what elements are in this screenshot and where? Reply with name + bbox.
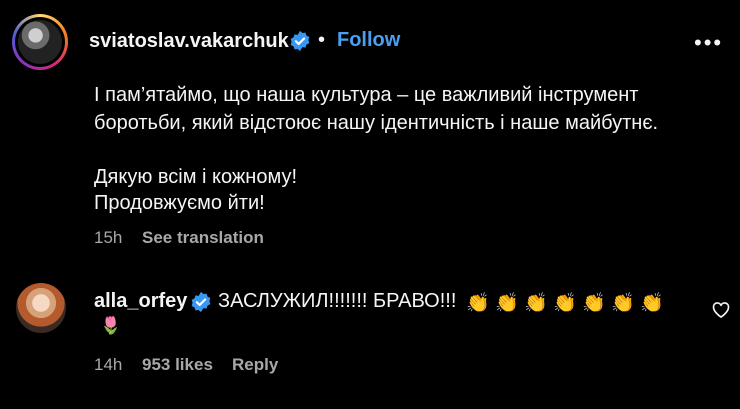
reply-button[interactable]: Reply [232, 355, 278, 375]
clapping-hands-emoji: 👏 [611, 293, 635, 314]
clapping-hands-emoji: 👏 [466, 293, 490, 314]
post-author-username[interactable]: sviatoslav.vakarchuk [89, 30, 289, 53]
post-meta: 15h See translation [94, 228, 264, 248]
verified-badge-icon [290, 30, 310, 52]
post-timestamp[interactable]: 15h [94, 228, 122, 247]
tulip-emoji: 🌷 [100, 316, 122, 335]
post-caption-line: боротьби, який відстоює нашу ідентичніст… [94, 112, 659, 134]
post-author-avatar[interactable] [12, 14, 68, 70]
comment-text: ЗАСЛУЖИЛ!!!!!!! БРАВО!!! [218, 290, 457, 312]
clapping-hands-emoji: 👏 [524, 293, 548, 314]
verified-badge-icon [191, 291, 211, 313]
post-caption-line: І пам’ятаймо, що наша культура – це важл… [94, 84, 639, 106]
follow-button[interactable]: Follow [337, 29, 400, 52]
clapping-hands-emoji: 👏 [640, 293, 664, 314]
comment-author-avatar[interactable] [16, 283, 66, 333]
post-caption-line: Дякую всім і кожному! [94, 166, 298, 188]
comment-timestamp[interactable]: 14h [94, 355, 122, 375]
see-translation-button[interactable]: See translation [142, 228, 264, 248]
header-separator: • [318, 29, 326, 51]
clapping-hands-emoji: 👏 [553, 293, 577, 314]
post-header: sviatoslav.vakarchuk • Follow ••• [0, 0, 740, 80]
comment-author-username[interactable]: alla_orfey [94, 290, 187, 313]
comment-like-count[interactable]: 953 likes [142, 355, 213, 375]
like-heart-icon[interactable] [711, 300, 731, 320]
post-caption-line: Продовжуємо йти! [94, 192, 265, 214]
more-options-icon[interactable]: ••• [694, 30, 723, 56]
clapping-hands-emoji: 👏 [495, 293, 519, 314]
clapping-hands-emoji: 👏 [582, 293, 606, 314]
